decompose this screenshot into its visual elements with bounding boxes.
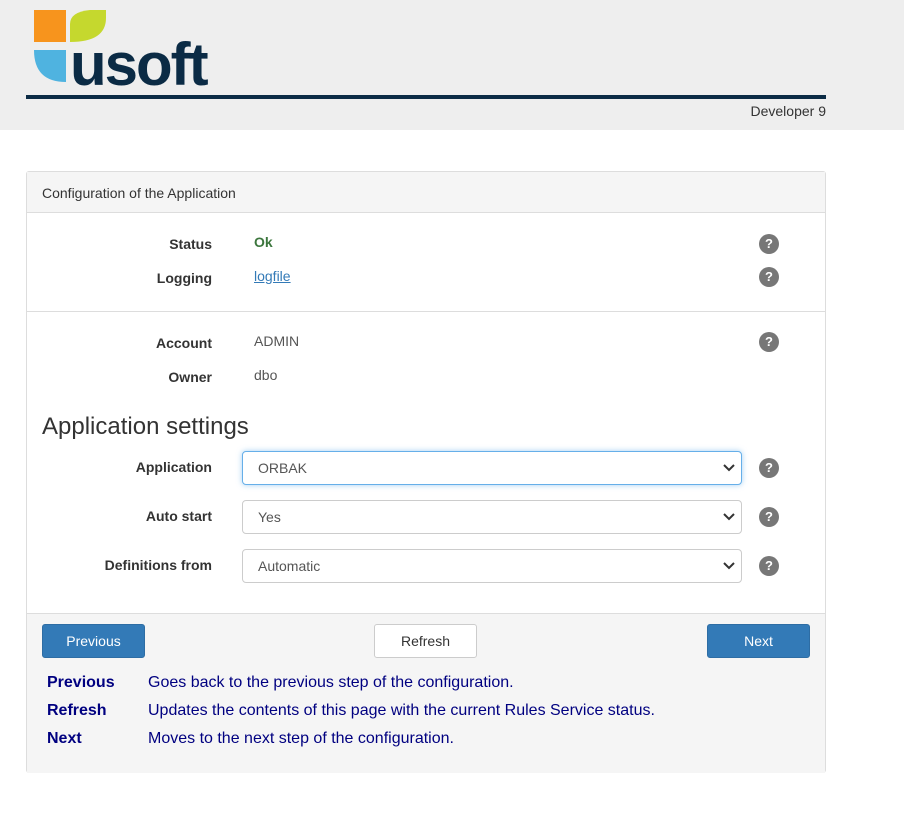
logging-row: Logging logfile ? [27, 267, 825, 294]
help-description: Moves to the next step of the configurat… [148, 730, 454, 747]
help-key: Refresh [47, 702, 107, 719]
header-divider [26, 95, 826, 99]
application-help-icon[interactable]: ? [759, 458, 779, 478]
auto-start-select[interactable]: Yes [242, 500, 742, 534]
application-settings-heading: Application settings [42, 413, 249, 440]
refresh-button[interactable]: Refresh [374, 624, 477, 658]
account-help-icon[interactable]: ? [759, 332, 779, 352]
status-row: Status Ok ? [27, 234, 825, 260]
logo-text: usoft [70, 31, 209, 92]
chevron-down-icon [723, 562, 735, 570]
owner-label: Owner [168, 369, 212, 385]
auto-start-select-value: Yes [258, 509, 281, 525]
status-help-icon[interactable]: ? [759, 234, 779, 254]
application-select[interactable]: ORBAK [242, 451, 742, 485]
panel-heading: Configuration of the Application [27, 172, 825, 213]
owner-value: dbo [254, 367, 278, 383]
account-row: Account ADMIN ? [27, 332, 825, 359]
definitions-from-select[interactable]: Automatic [242, 549, 742, 583]
panel-footer: Previous Refresh Next Previous Goes back… [27, 613, 825, 773]
chevron-down-icon [723, 513, 735, 521]
product-version: Developer 9 [750, 103, 827, 119]
definitions-from-label: Definitions from [104, 557, 212, 573]
account-label: Account [156, 335, 212, 351]
configuration-panel: Configuration of the Application Status … [26, 171, 826, 773]
logging-help-icon[interactable]: ? [759, 267, 779, 287]
help-description: Goes back to the previous step of the co… [148, 674, 514, 691]
definitions-from-help-icon[interactable]: ? [759, 556, 779, 576]
account-value: ADMIN [254, 333, 300, 349]
logging-label: Logging [156, 270, 212, 286]
page-header: usoft Developer 9 [0, 0, 904, 130]
usoft-logo: usoft [34, 10, 211, 92]
owner-row: Owner dbo [27, 367, 825, 393]
help-key: Next [47, 730, 82, 747]
status-value: Ok [254, 234, 273, 250]
chevron-down-icon [723, 464, 735, 472]
auto-start-label: Auto start [145, 508, 212, 524]
section-divider [27, 311, 825, 312]
panel-title: Configuration of the Application [42, 185, 236, 201]
logfile-link[interactable]: logfile [254, 268, 291, 284]
auto-start-help-icon[interactable]: ? [759, 507, 779, 527]
previous-button[interactable]: Previous [42, 624, 145, 658]
application-select-value: ORBAK [258, 460, 308, 476]
status-label: Status [169, 236, 212, 252]
definitions-from-select-value: Automatic [258, 558, 321, 574]
application-label: Application [135, 459, 212, 475]
help-description: Updates the contents of this page with t… [148, 702, 655, 719]
next-button[interactable]: Next [707, 624, 810, 658]
help-key: Previous [47, 674, 115, 691]
